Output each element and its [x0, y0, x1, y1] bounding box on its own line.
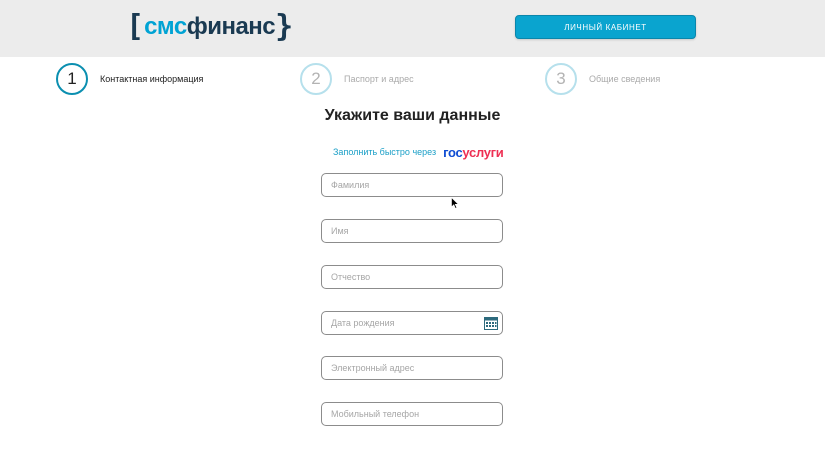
step-passport-address: 2 Паспорт и адрес — [300, 63, 414, 95]
gosuslugi-logo-part1: гос — [443, 144, 463, 160]
step-1-label: Контактная информация — [100, 74, 204, 84]
mouse-pointer-icon — [451, 197, 459, 209]
logo-bracket-close: } — [275, 9, 294, 44]
step-general-info: 3 Общие сведения — [545, 63, 660, 95]
personal-cabinet-button[interactable]: ЛИЧНЫЙ КАБИНЕТ — [515, 15, 696, 39]
mobile-phone-placeholder: Мобильный телефон — [331, 409, 420, 419]
email-field[interactable]: Электронный адрес — [321, 356, 503, 380]
gosuslugi-fill-link[interactable]: Заполнить быстро через госуслуги — [333, 144, 504, 160]
birth-date-placeholder: Дата рождения — [331, 318, 395, 328]
step-contact-info: 1 Контактная информация — [56, 63, 203, 95]
step-3-label: Общие сведения — [589, 74, 661, 84]
form-title: Укажите ваши данные — [324, 107, 501, 124]
logo-sms-text: смс — [144, 13, 187, 40]
surname-field[interactable]: Фамилия — [321, 173, 503, 197]
logo-finance-text: финанс — [186, 13, 276, 40]
smsfinance-logo[interactable]: [ смс финанс } — [126, 10, 293, 44]
surname-placeholder: Фамилия — [331, 180, 370, 190]
birth-date-field[interactable]: Дата рождения — [321, 311, 503, 335]
step-1-circle: 1 — [56, 63, 88, 95]
step-3-circle: 3 — [545, 63, 577, 95]
mobile-phone-field[interactable]: Мобильный телефон — [321, 402, 503, 426]
logo-bracket-open: [ — [126, 9, 145, 44]
gosuslugi-logo[interactable]: госуслуги — [443, 144, 504, 160]
step-2-circle: 2 — [300, 63, 332, 95]
first-name-placeholder: Имя — [331, 226, 349, 236]
first-name-field[interactable]: Имя — [321, 219, 503, 243]
email-placeholder: Электронный адрес — [331, 363, 415, 373]
patronymic-placeholder: Отчество — [331, 272, 371, 282]
header-bar: [ смс финанс } ЛИЧНЫЙ КАБИНЕТ — [0, 0, 825, 57]
patronymic-field[interactable]: Отчество — [321, 265, 503, 289]
step-2-label: Паспорт и адрес — [344, 74, 414, 84]
gosuslugi-logo-part2: услуги — [462, 144, 504, 160]
gosuslugi-fill-text[interactable]: Заполнить быстро через — [333, 147, 436, 157]
calendar-icon[interactable] — [484, 316, 498, 330]
